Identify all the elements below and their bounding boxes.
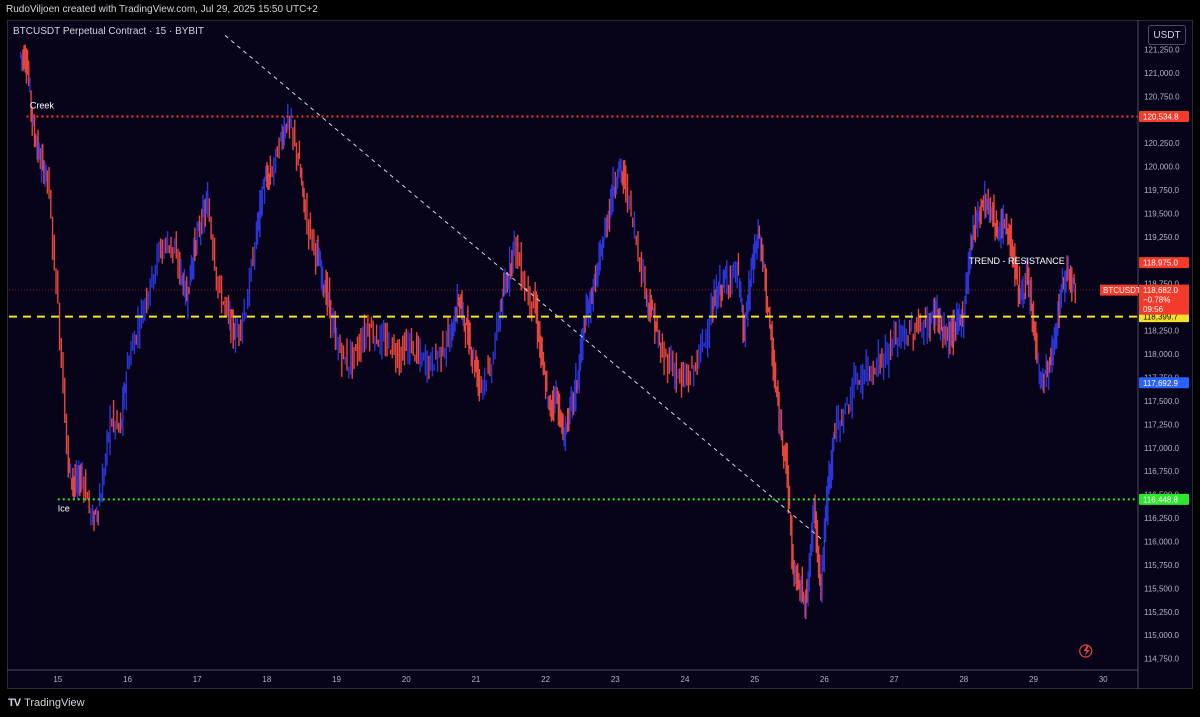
y-tick-label: 116,000.0 <box>1144 537 1180 546</box>
currency-button[interactable]: USDT <box>1148 25 1186 45</box>
last-price-change: −0.78% <box>1143 296 1170 305</box>
x-tick-label: 20 <box>402 675 411 684</box>
annotation-trend-resistance: TREND - RESISTANCE <box>969 256 1065 266</box>
x-tick-label: 27 <box>890 675 899 684</box>
y-tick-label: 115,500.0 <box>1144 584 1180 593</box>
price-tag: 118,975.0 <box>1143 259 1179 268</box>
y-tick-label: 120,750.0 <box>1144 92 1180 101</box>
y-tick-label: 116,750.0 <box>1144 467 1180 476</box>
y-tick-label: 115,000.0 <box>1144 631 1180 640</box>
x-tick-label: 23 <box>611 675 620 684</box>
tradingview-logo-icon: TV <box>8 697 21 709</box>
footer-brand[interactable]: TV TradingView <box>8 697 85 709</box>
price-chart[interactable]: CreekIceTREND - RESISTANCE 121,250.0121,… <box>7 20 1193 689</box>
x-tick-label: 29 <box>1029 675 1038 684</box>
level-price-tag: 116,448.8 <box>1143 495 1179 504</box>
last-price-countdown: 09:56 <box>1143 305 1164 314</box>
y-tick-label: 116,250.0 <box>1144 514 1180 523</box>
x-tick-label: 25 <box>750 675 759 684</box>
y-tick-label: 115,750.0 <box>1144 561 1180 570</box>
x-tick-label: 21 <box>471 675 480 684</box>
chart-credit: RudoViljoen created with TradingView.com… <box>6 4 318 15</box>
x-tick-label: 26 <box>820 675 829 684</box>
y-tick-label: 117,000.0 <box>1144 444 1180 453</box>
x-tick-label: 18 <box>262 675 271 684</box>
y-tick-label: 119,750.0 <box>1144 186 1180 195</box>
price-tag: 117,692.9 <box>1143 379 1179 388</box>
chart-window: RudoViljoen created with TradingView.com… <box>0 0 1200 717</box>
x-tick-label: 15 <box>53 675 62 684</box>
x-tick-label: 17 <box>193 675 202 684</box>
x-tick-label: 28 <box>959 675 968 684</box>
axes-layer: 121,250.0 121,000.0 120,750.0 120,250.0 120,… <box>7 20 1180 689</box>
y-tick-label: 119,250.0 <box>1144 233 1180 242</box>
y-tick-label: 117,500.0 <box>1144 397 1180 406</box>
symbol-title[interactable]: BTCUSDT Perpetual Contract · 15 · BYBIT <box>13 26 204 37</box>
x-tick-label: 30 <box>1099 675 1108 684</box>
x-tick-label: 19 <box>332 675 341 684</box>
x-tick-label: 16 <box>123 675 132 684</box>
level-price-tag: 120,534.8 <box>1143 112 1179 121</box>
y-tick-label: 120,000.0 <box>1144 163 1180 172</box>
annotation-ice: Ice <box>58 503 70 513</box>
y-tick-label: 117,250.0 <box>1144 420 1180 429</box>
trend-line <box>224 34 825 542</box>
y-tick-label: 114,750.0 <box>1144 655 1180 664</box>
y-tick-label: 121,250.0 <box>1144 45 1180 54</box>
y-tick-label: 118,000.0 <box>1144 350 1180 359</box>
y-tick-label: 121,000.0 <box>1144 69 1180 78</box>
y-tick-label: 119,500.0 <box>1144 209 1180 218</box>
lightning-bolt-icon <box>1083 646 1090 656</box>
x-tick-label: 24 <box>681 675 690 684</box>
last-price-value: 118,682.0 <box>1143 286 1179 295</box>
x-tick-label: 22 <box>541 675 550 684</box>
y-tick-label: 118,250.0 <box>1144 327 1180 336</box>
y-tick-label: 120,250.0 <box>1144 139 1180 148</box>
brand-label: TradingView <box>24 697 85 709</box>
y-tick-label: 115,250.0 <box>1144 608 1180 617</box>
annotation-creek: Creek <box>30 100 55 110</box>
candles-layer <box>19 44 1076 620</box>
